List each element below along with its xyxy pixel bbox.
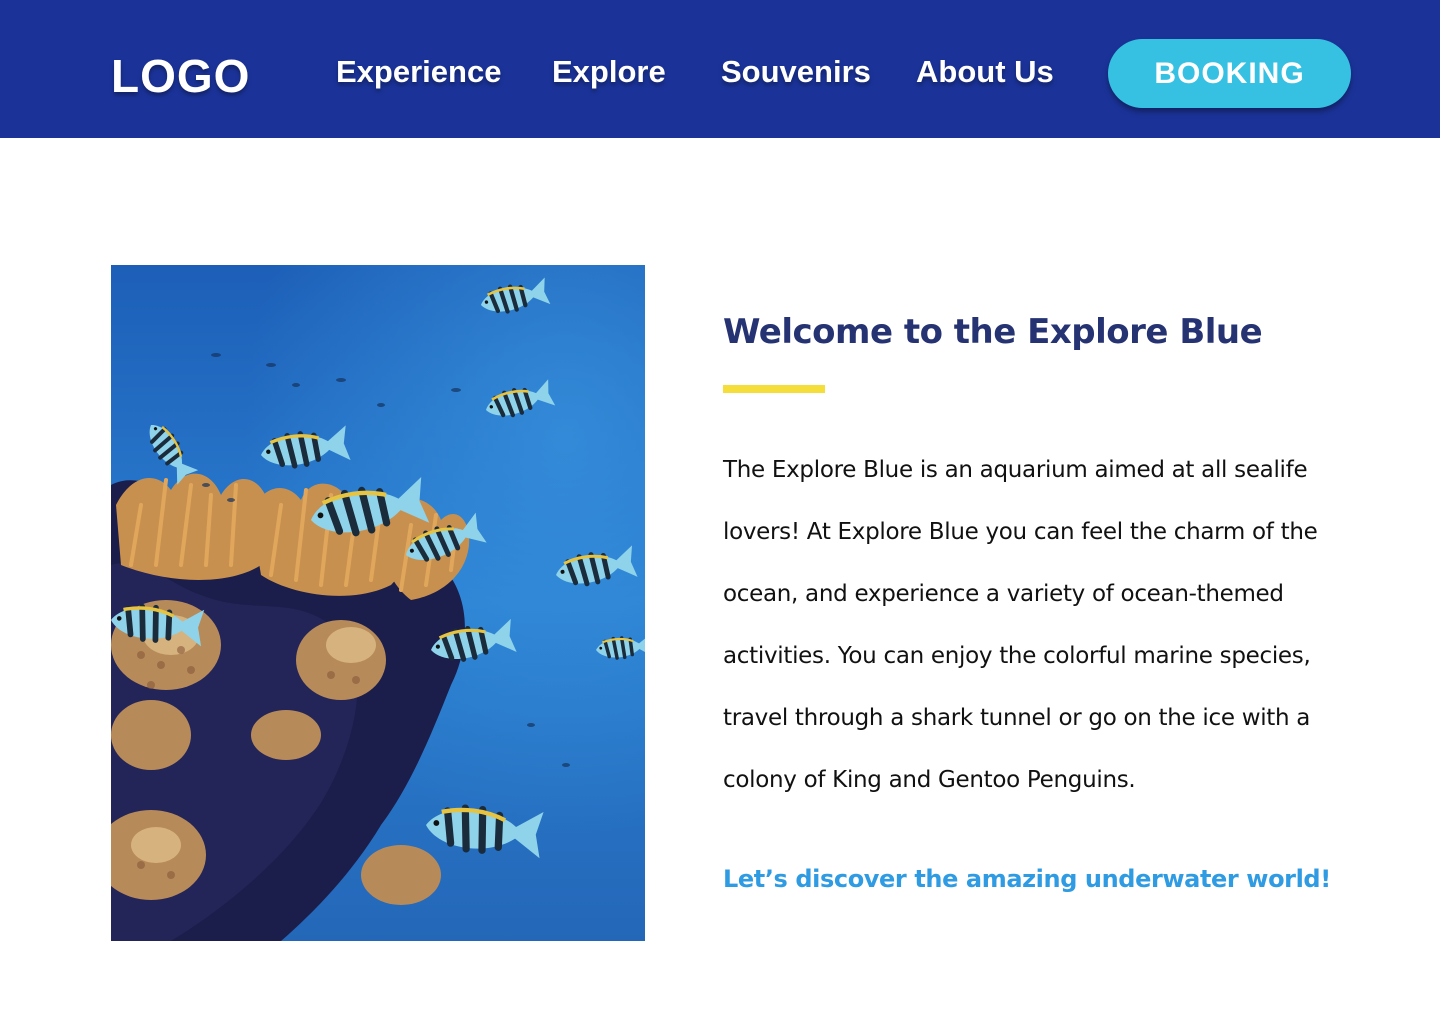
coral-reef-illustration xyxy=(111,265,645,941)
navbar: LOGO Experience Explore Souvenirs About … xyxy=(0,0,1440,138)
nav-link-about-us[interactable]: About Us xyxy=(916,52,1054,92)
title-accent-bar xyxy=(723,385,825,393)
welcome-section: Welcome to the Explore Blue The Explore … xyxy=(723,308,1343,893)
nav-link-souvenirs[interactable]: Souvenirs xyxy=(721,52,871,92)
booking-button[interactable]: BOOKING xyxy=(1108,39,1351,108)
nav-link-explore[interactable]: Explore xyxy=(552,52,666,92)
nav-link-experience[interactable]: Experience xyxy=(336,52,501,92)
page-title: Welcome to the Explore Blue xyxy=(723,312,1263,352)
logo[interactable]: LOGO xyxy=(111,50,250,102)
intro-paragraph: The Explore Blue is an aquarium aimed at… xyxy=(723,457,1318,793)
hero-image xyxy=(111,265,645,941)
cta-text: Let’s discover the amazing underwater wo… xyxy=(723,865,1331,893)
